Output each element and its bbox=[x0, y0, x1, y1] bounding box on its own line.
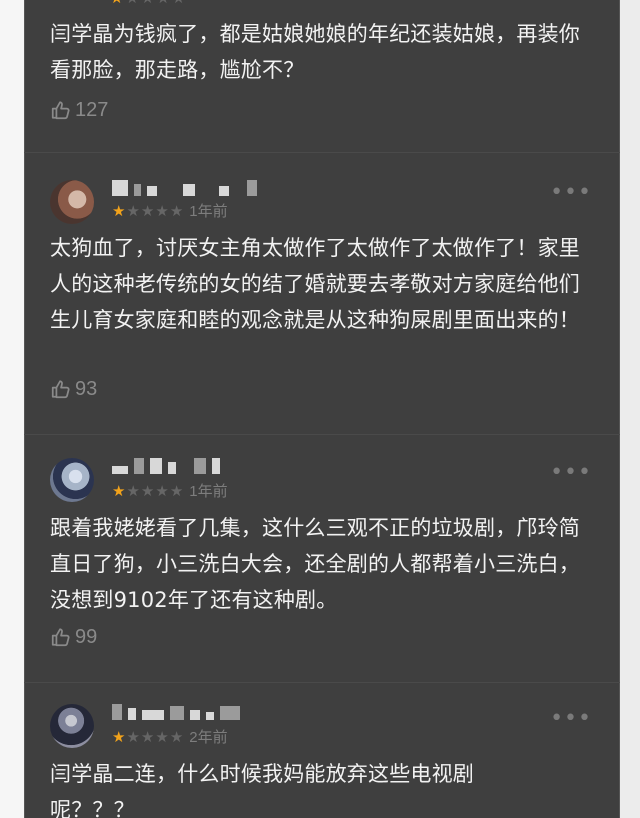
mosaic-block bbox=[112, 704, 122, 720]
star-icon: ★ bbox=[112, 483, 126, 500]
star-icon: ★ bbox=[112, 203, 126, 220]
right-margin bbox=[620, 0, 640, 818]
avatar[interactable] bbox=[50, 704, 94, 748]
mosaic-block bbox=[183, 184, 195, 196]
like-button[interactable]: 99 bbox=[50, 626, 97, 648]
review-page: ★ ★ ★ ★ ★ 闫学晶为钱疯了，都是姑娘她娘的年纪还装姑娘，再装你看那脸，那… bbox=[0, 0, 640, 818]
star-rating: ★ ★ ★ ★ ★ bbox=[112, 730, 183, 745]
review-content: 闫学晶二连，什么时候我妈能放弃这些电视剧呢？？？ bbox=[50, 762, 474, 818]
review-content: 太狗血了，讨厌女主角太做作了太做作了太做作了！家里人的这种老传统的女的结了婚就要… bbox=[50, 236, 580, 332]
star-rating: ★ ★ ★ ★ ★ bbox=[112, 484, 183, 499]
mosaic-block bbox=[206, 712, 214, 720]
star-icon: ★ bbox=[140, 483, 155, 500]
mosaic-block bbox=[190, 710, 200, 720]
thumbs-up-icon bbox=[50, 626, 72, 648]
review-time: 1年前 bbox=[189, 483, 228, 500]
like-button[interactable]: 127 bbox=[50, 99, 108, 121]
star-icon: ★ bbox=[126, 203, 140, 220]
review-item: ★ ★ ★ ★ ★ 1年前 ••• 跟着我姥姥看了几集，这什么三观不正的垃圾剧，… bbox=[24, 456, 620, 666]
username-obscured bbox=[112, 456, 220, 474]
review-rating: ★ ★ ★ ★ ★ 2年前 bbox=[112, 730, 228, 745]
star-icon: ★ bbox=[126, 729, 140, 746]
username-obscured bbox=[112, 178, 257, 196]
like-count: 127 bbox=[75, 99, 109, 121]
mosaic-block bbox=[112, 466, 128, 474]
mosaic-block bbox=[170, 706, 184, 720]
like-count: 99 bbox=[75, 626, 98, 648]
more-icon[interactable]: ••• bbox=[550, 708, 592, 730]
star-icon: ★ bbox=[140, 203, 155, 220]
mosaic-block bbox=[220, 706, 240, 720]
mosaic-block bbox=[134, 184, 141, 196]
mosaic-block bbox=[168, 462, 176, 474]
thumbs-up-icon bbox=[50, 99, 72, 121]
star-icon: ★ bbox=[126, 483, 140, 500]
star-icon: ★ bbox=[155, 203, 169, 220]
review-time: 2年前 bbox=[189, 729, 228, 746]
mosaic-block bbox=[219, 186, 229, 196]
review-item: ★ ★ ★ ★ ★ 2年前 ••• 闫学晶二连，什么时候我妈能放弃这些电视剧呢？… bbox=[24, 702, 620, 818]
mosaic-block bbox=[212, 458, 220, 474]
mosaic-block bbox=[134, 458, 144, 474]
more-icon[interactable]: ••• bbox=[550, 462, 592, 484]
star-icon: ★ bbox=[155, 483, 169, 500]
star-icon: ★ bbox=[112, 729, 126, 746]
thumbs-up-icon bbox=[50, 378, 72, 400]
review-divider bbox=[24, 434, 620, 435]
like-count: 93 bbox=[75, 378, 98, 400]
review-content: 闫学晶为钱疯了，都是姑娘她娘的年纪还装姑娘，再装你看那脸，那走路，尴尬不？ bbox=[50, 22, 580, 82]
username-obscured bbox=[112, 702, 240, 720]
mosaic-block bbox=[147, 186, 157, 196]
review-content: 跟着我姥姥看了几集，这什么三观不正的垃圾剧，邝玲简直日了狗，小三洗白大会，还全剧… bbox=[50, 516, 580, 612]
left-margin bbox=[0, 0, 24, 818]
mosaic-block bbox=[150, 458, 162, 474]
like-button[interactable]: 93 bbox=[50, 378, 97, 400]
avatar[interactable] bbox=[50, 458, 94, 502]
star-icon: ★ bbox=[155, 729, 169, 746]
review-rating: ★ ★ ★ ★ ★ 1年前 bbox=[112, 484, 228, 499]
review-time: 1年前 bbox=[189, 203, 228, 220]
review-rating: ★ ★ ★ ★ ★ 1年前 bbox=[112, 204, 228, 219]
review-divider bbox=[24, 152, 620, 153]
star-icon: ★ bbox=[169, 729, 184, 746]
mosaic-block bbox=[194, 458, 206, 474]
mosaic-block bbox=[142, 710, 164, 720]
review-item: ★ ★ ★ ★ ★ 1年前 ••• 太狗血了，讨厌女主角太做作了太做作了太做作了… bbox=[24, 176, 620, 416]
mosaic-block bbox=[112, 180, 128, 196]
avatar[interactable] bbox=[50, 180, 94, 224]
star-icon: ★ bbox=[140, 729, 155, 746]
review-divider bbox=[24, 682, 620, 683]
star-icon: ★ bbox=[169, 203, 184, 220]
mosaic-block bbox=[128, 708, 136, 720]
star-icon: ★ bbox=[169, 483, 184, 500]
mosaic-block bbox=[247, 180, 257, 196]
review-item: 闫学晶为钱疯了，都是姑娘她娘的年纪还装姑娘，再装你看那脸，那走路，尴尬不？ 12… bbox=[24, 0, 620, 150]
more-icon[interactable]: ••• bbox=[550, 182, 592, 204]
star-rating: ★ ★ ★ ★ ★ bbox=[112, 204, 183, 219]
